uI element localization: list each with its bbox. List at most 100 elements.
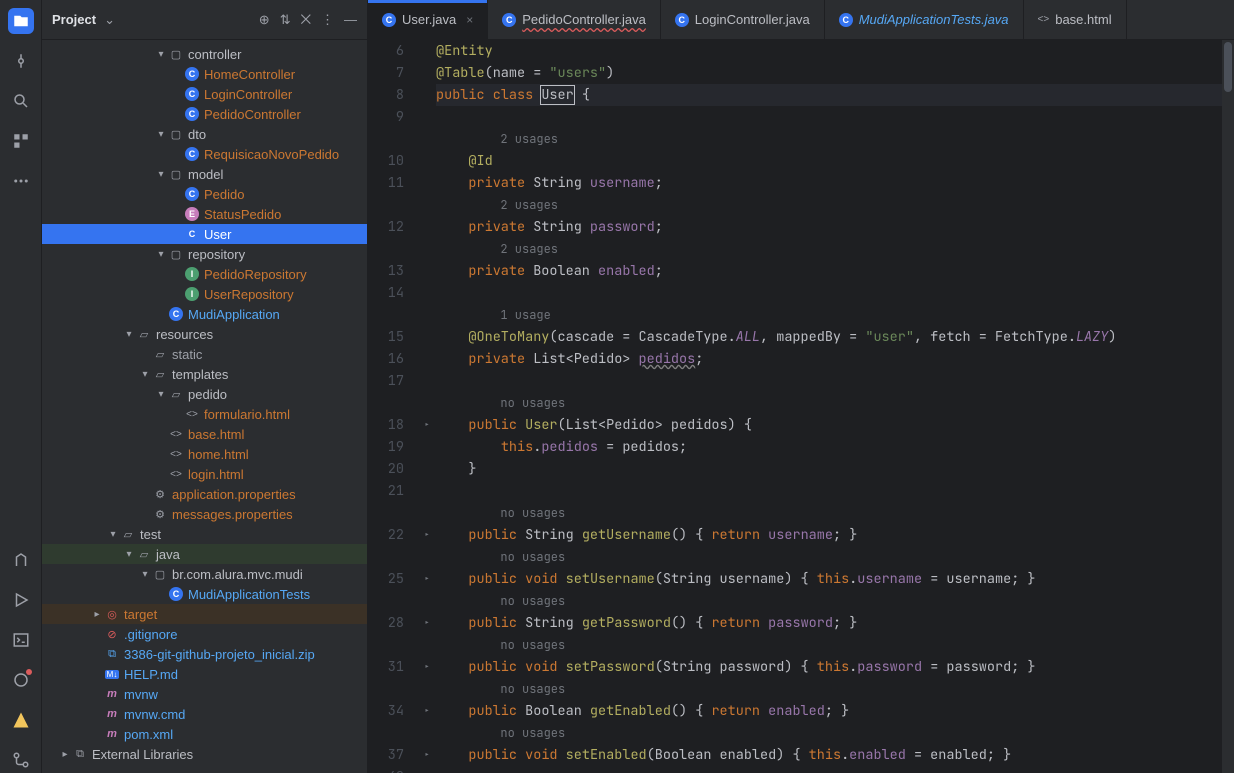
tab-pedidocontroller-java[interactable]: C PedidoController.java bbox=[488, 0, 661, 39]
tree-item-label: login.html bbox=[188, 467, 244, 482]
tree-item-java[interactable]: ▾▱java bbox=[42, 544, 367, 564]
tree-item-label: mvnw.cmd bbox=[124, 707, 185, 722]
tree-item-label: home.html bbox=[188, 447, 249, 462]
tree-item-label: MudiApplication bbox=[188, 307, 280, 322]
tree-item-label: controller bbox=[188, 47, 241, 62]
tree-item-base-html[interactable]: <>base.html bbox=[42, 424, 367, 444]
tree-item-logincontroller[interactable]: CLoginController bbox=[42, 84, 367, 104]
run-tool-icon[interactable] bbox=[8, 587, 34, 613]
tree-item-application-properties[interactable]: ⚙application.properties bbox=[42, 484, 367, 504]
close-icon[interactable]: × bbox=[466, 13, 473, 27]
more-tool-icon[interactable] bbox=[8, 168, 34, 194]
tree-item-mvnw-cmd[interactable]: mmvnw.cmd bbox=[42, 704, 367, 724]
tree-item-pom-xml[interactable]: mpom.xml bbox=[42, 724, 367, 744]
tree-arrow-icon[interactable]: ▾ bbox=[154, 129, 168, 140]
search-tool-icon[interactable] bbox=[8, 88, 34, 114]
tab-logincontroller-java[interactable]: CLoginController.java bbox=[661, 0, 825, 39]
tree-item-pedido[interactable]: CPedido bbox=[42, 184, 367, 204]
tree-item-homecontroller[interactable]: CHomeController bbox=[42, 64, 367, 84]
tree-arrow-icon[interactable]: ▾ bbox=[106, 529, 120, 540]
class-icon: C bbox=[839, 13, 853, 27]
tree-item-label: application.properties bbox=[172, 487, 296, 502]
tree-item-controller[interactable]: ▾▢controller bbox=[42, 44, 367, 64]
scrollbar[interactable] bbox=[1222, 40, 1234, 773]
build-tool-icon[interactable] bbox=[8, 547, 34, 573]
tree-item-pedidorepository[interactable]: IPedidoRepository bbox=[42, 264, 367, 284]
tree-item-external-libraries[interactable]: ▸⧉External Libraries bbox=[42, 744, 367, 764]
fold-gutter[interactable]: ▸▸▸▸▸▸▸ bbox=[418, 40, 436, 773]
tree-item-target[interactable]: ▸◎target bbox=[42, 604, 367, 624]
tree-item-test[interactable]: ▾▱test bbox=[42, 524, 367, 544]
tree-arrow-icon[interactable]: ▾ bbox=[154, 49, 168, 60]
tree-arrow-icon[interactable]: ▾ bbox=[122, 549, 136, 560]
tree-arrow-icon[interactable]: ▾ bbox=[122, 329, 136, 340]
tree-item-label: formulario.html bbox=[204, 407, 290, 422]
tree-arrow-icon[interactable]: ▾ bbox=[154, 249, 168, 260]
tree-item-formulario-html[interactable]: <>formulario.html bbox=[42, 404, 367, 424]
tree-item-label: pom.xml bbox=[124, 727, 173, 742]
tree-item-label: pedido bbox=[188, 387, 227, 402]
tree-item-br-com-alura-mvc-mudi[interactable]: ▾▢br.com.alura.mvc.mudi bbox=[42, 564, 367, 584]
tree-item-model[interactable]: ▾▢model bbox=[42, 164, 367, 184]
tree-item-3386-git-github-projeto-inicial-zip[interactable]: ⧉3386-git-github-projeto_inicial.zip bbox=[42, 644, 367, 664]
collapse-icon[interactable]: ⨉ bbox=[301, 12, 311, 28]
tree-item-home-html[interactable]: <>home.html bbox=[42, 444, 367, 464]
tab-base-html[interactable]: <>base.html bbox=[1024, 0, 1127, 39]
problems-tool-icon[interactable] bbox=[8, 707, 34, 733]
options-icon[interactable]: ⋮ bbox=[321, 12, 334, 28]
sidebar-header: Project ⌄ ⊕ ⇅ ⨉ ⋮ — bbox=[42, 0, 367, 40]
tree-arrow-icon[interactable]: ▾ bbox=[138, 369, 152, 380]
tree-item-pedido[interactable]: ▾▱pedido bbox=[42, 384, 367, 404]
tree-item-resources[interactable]: ▾▱resources bbox=[42, 324, 367, 344]
tree-item-login-html[interactable]: <>login.html bbox=[42, 464, 367, 484]
tree-item-mudiapplication[interactable]: CMudiApplication bbox=[42, 304, 367, 324]
tree-item-mvnw[interactable]: mmvnw bbox=[42, 684, 367, 704]
terminal-tool-icon[interactable] bbox=[8, 627, 34, 653]
commit-tool-icon[interactable] bbox=[8, 48, 34, 74]
minimize-icon[interactable]: — bbox=[344, 12, 357, 28]
code-content[interactable]: @Entity@Table(name = "users")public clas… bbox=[436, 40, 1222, 773]
tree-arrow-icon[interactable]: ▾ bbox=[154, 389, 168, 400]
tree-item-pedidocontroller[interactable]: CPedidoController bbox=[42, 104, 367, 124]
tree-item-static[interactable]: ▱static bbox=[42, 344, 367, 364]
select-file-icon[interactable]: ⊕ bbox=[259, 12, 270, 28]
tree-item-label: MudiApplicationTests bbox=[188, 587, 310, 602]
scrollbar-thumb[interactable] bbox=[1224, 42, 1232, 92]
tab-label: LoginController.java bbox=[695, 12, 810, 27]
tree-item-label: PedidoController bbox=[204, 107, 301, 122]
tree-item-statuspedido[interactable]: EStatusPedido bbox=[42, 204, 367, 224]
expand-icon[interactable]: ⇅ bbox=[280, 12, 291, 28]
tree-item-label: templates bbox=[172, 367, 228, 382]
tree-item-repository[interactable]: ▾▢repository bbox=[42, 244, 367, 264]
tree-item-label: mvnw bbox=[124, 687, 158, 702]
tree-arrow-icon[interactable]: ▾ bbox=[154, 169, 168, 180]
vcs-tool-icon[interactable] bbox=[8, 747, 34, 773]
tool-icon-bar bbox=[0, 0, 42, 773]
class-icon: C bbox=[502, 13, 516, 27]
tree-item-label: base.html bbox=[188, 427, 244, 442]
tree-item-userrepository[interactable]: IUserRepository bbox=[42, 284, 367, 304]
project-tree[interactable]: ▾▢controllerCHomeControllerCLoginControl… bbox=[42, 40, 367, 773]
tree-item--gitignore[interactable]: ⊘.gitignore bbox=[42, 624, 367, 644]
tab-user-java[interactable]: CUser.java× bbox=[368, 0, 488, 39]
project-sidebar: Project ⌄ ⊕ ⇅ ⨉ ⋮ — ▾▢controllerCHomeCon… bbox=[42, 0, 368, 773]
tree-arrow-icon[interactable]: ▸ bbox=[58, 749, 72, 760]
tree-item-help-md[interactable]: M↓HELP.md bbox=[42, 664, 367, 684]
tab-label: MudiApplicationTests.java bbox=[859, 12, 1009, 27]
structure-tool-icon[interactable] bbox=[8, 128, 34, 154]
project-tool-icon[interactable] bbox=[8, 8, 34, 34]
tab-label: PedidoController.java bbox=[522, 12, 646, 27]
tree-arrow-icon[interactable]: ▸ bbox=[90, 609, 104, 620]
services-tool-icon[interactable] bbox=[8, 667, 34, 693]
tree-item-messages-properties[interactable]: ⚙messages.properties bbox=[42, 504, 367, 524]
tree-item-templates[interactable]: ▾▱templates bbox=[42, 364, 367, 384]
chevron-down-icon[interactable]: ⌄ bbox=[104, 12, 115, 28]
sidebar-title[interactable]: Project bbox=[52, 12, 96, 27]
tree-item-user[interactable]: CUser bbox=[42, 224, 367, 244]
tab-mudiapplicationtests-java[interactable]: C MudiApplicationTests.java bbox=[825, 0, 1024, 39]
tree-item-requisicaonovopedido[interactable]: CRequisicaoNovoPedido bbox=[42, 144, 367, 164]
tree-item-dto[interactable]: ▾▢dto bbox=[42, 124, 367, 144]
tree-arrow-icon[interactable]: ▾ bbox=[138, 569, 152, 580]
code-editor[interactable]: 6789101112131415161718192021222528313437… bbox=[368, 40, 1234, 773]
tree-item-mudiapplicationtests[interactable]: CMudiApplicationTests bbox=[42, 584, 367, 604]
